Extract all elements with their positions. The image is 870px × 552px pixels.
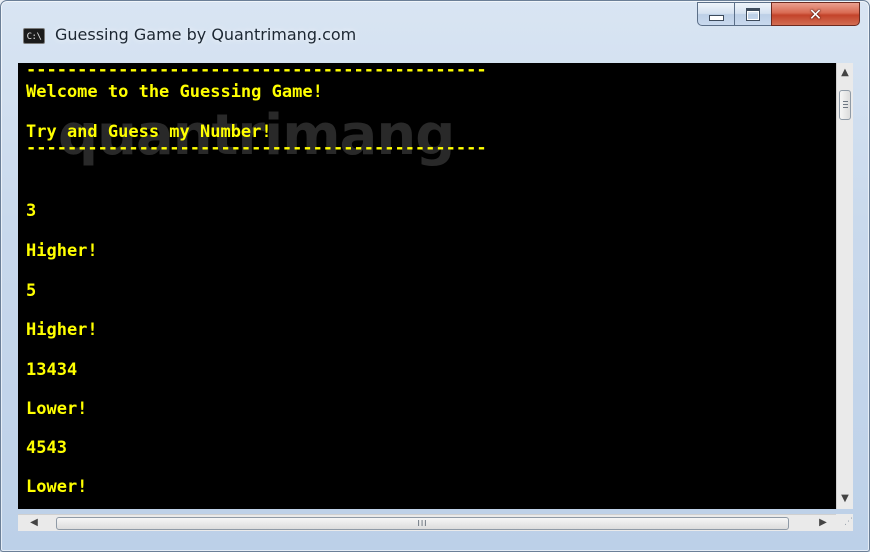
close-icon: ✕ [808, 4, 823, 24]
scroll-down-icon[interactable]: ▼ [837, 491, 853, 507]
console-output[interactable]: quantrimang ----------------------------… [18, 63, 836, 509]
vertical-scroll-thumb[interactable] [839, 90, 851, 120]
console-line: 5 [26, 281, 37, 301]
caption-buttons: ✕ [697, 2, 862, 28]
console-line: 3 [26, 201, 37, 221]
console-line: Lower! [26, 477, 88, 497]
maximize-icon [746, 7, 760, 21]
console-line: Welcome to the Guessing Game! [26, 82, 323, 102]
scroll-left-icon[interactable]: ◀ [26, 515, 42, 531]
separator-line: ----------------------------------------… [26, 63, 487, 80]
scroll-right-icon[interactable]: ▶ [815, 515, 831, 531]
separator-line: ----------------------------------------… [26, 138, 487, 158]
console-window: C:\ Guessing Game by Quantrimang.com ✕ q… [0, 0, 870, 552]
minimize-button[interactable] [697, 2, 735, 26]
console-app-icon[interactable]: C:\ [23, 28, 45, 44]
maximize-button[interactable] [734, 2, 772, 26]
vertical-scrollbar[interactable]: ▲ ▼ [836, 63, 853, 509]
horizontal-scrollbar[interactable]: ◀ III ▶ [18, 514, 836, 531]
console-line: Higher! [26, 241, 98, 261]
console-line: 13434 [26, 360, 78, 380]
minimize-icon [708, 15, 724, 21]
close-button[interactable]: ✕ [771, 2, 860, 26]
title-bar[interactable]: C:\ Guessing Game by Quantrimang.com ✕ [1, 1, 869, 63]
console-line: 4543 [26, 438, 67, 458]
scroll-up-icon[interactable]: ▲ [837, 65, 853, 81]
console-line: Lower! [26, 399, 88, 419]
horizontal-scroll-thumb[interactable]: III [56, 517, 789, 530]
console-line: Higher! [26, 320, 98, 340]
resize-grip-icon[interactable]: ⋰ [836, 514, 853, 531]
window-title: Guessing Game by Quantrimang.com [55, 25, 357, 44]
